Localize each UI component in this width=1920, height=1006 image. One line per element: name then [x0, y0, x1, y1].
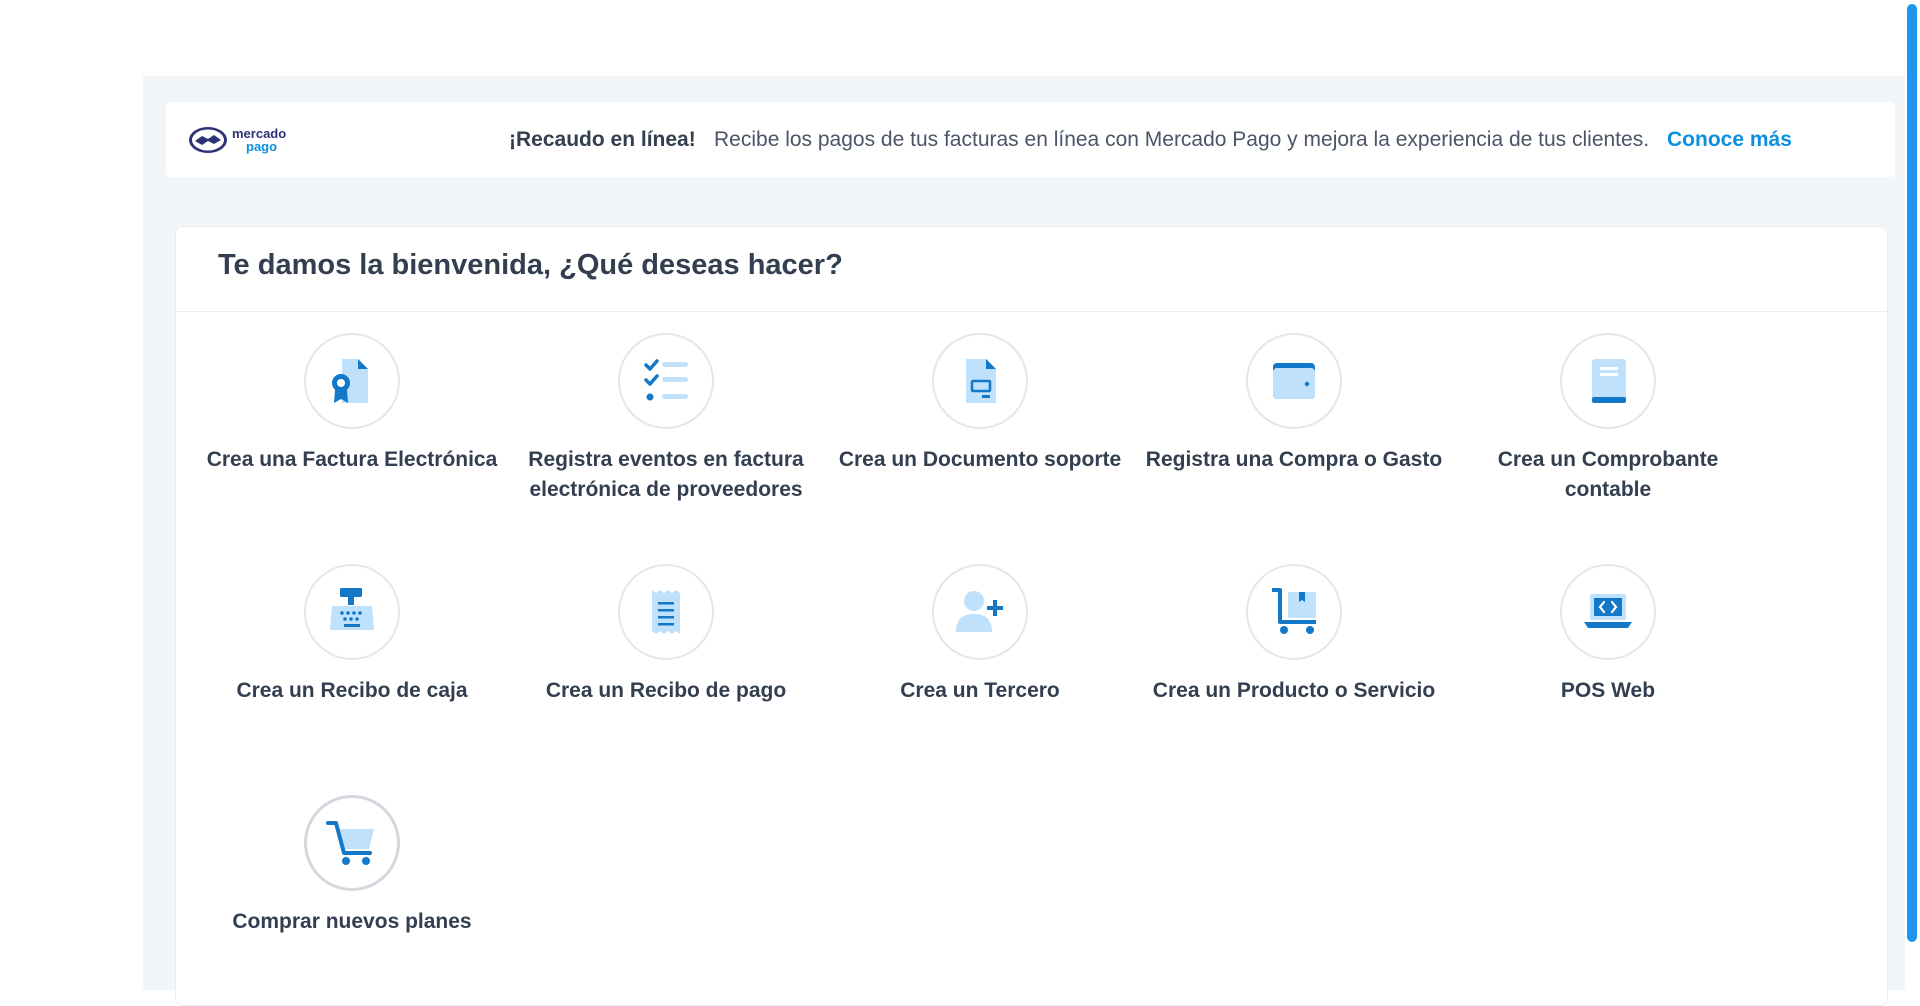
- action-pos-web[interactable]: POS Web: [1458, 564, 1758, 706]
- add-user-icon: [956, 591, 1003, 632]
- action-create-cash-receipt[interactable]: Crea un Recibo de caja: [202, 564, 502, 706]
- action-label: Crea un Producto o Servicio: [1152, 679, 1436, 702]
- laptop-code-icon: [1584, 594, 1632, 628]
- action-buy-new-plans[interactable]: Comprar nuevos planes: [202, 795, 502, 937]
- mercado-pago-banner: mercado pago ¡Recaudo en línea! Recibe l…: [166, 102, 1895, 177]
- action-create-product-service[interactable]: Crea un Producto o Servicio: [1144, 564, 1444, 706]
- action-create-accounting-voucher[interactable]: Crea un Comprobante contable: [1458, 333, 1758, 505]
- action-circle: [618, 333, 714, 429]
- banner-description: Recibe los pagos de tus facturas en líne…: [714, 128, 1650, 151]
- action-circle: [1246, 564, 1342, 660]
- svg-text:pago: pago: [246, 139, 277, 154]
- action-circle: [304, 564, 400, 660]
- action-label: Crea un Recibo de pago: [545, 679, 787, 702]
- action-label: POS Web: [1560, 679, 1656, 702]
- banner-title: ¡Recaudo en línea!: [509, 128, 696, 151]
- action-label: Comprar nuevos planes: [232, 910, 472, 933]
- action-circle: [618, 564, 714, 660]
- action-label: Crea una Factura Electrónica: [206, 448, 498, 471]
- welcome-title: Te damos la bienvenida, ¿Qué deseas hace…: [218, 249, 843, 281]
- action-circle: [304, 333, 400, 429]
- scrollbar-thumb[interactable]: [1907, 4, 1917, 942]
- action-circle: [1560, 333, 1656, 429]
- action-register-supplier-events[interactable]: Registra eventos en factura electrónica …: [516, 333, 816, 505]
- support-document-icon: [966, 359, 996, 403]
- action-circle: [1560, 564, 1656, 660]
- action-circle: [932, 333, 1028, 429]
- action-create-electronic-invoice[interactable]: Crea una Factura Electrónica: [202, 333, 502, 475]
- wallet-icon: [1273, 363, 1315, 399]
- action-create-payment-receipt[interactable]: Crea un Recibo de pago: [516, 564, 816, 706]
- action-circle: [304, 795, 400, 891]
- welcome-card: Te damos la bienvenida, ¿Qué deseas hace…: [175, 226, 1888, 1006]
- action-label: Crea un Documento soporte: [838, 448, 1122, 471]
- receipt-icon: [652, 590, 680, 634]
- action-create-support-document[interactable]: Crea un Documento soporte: [830, 333, 1130, 475]
- action-circle: [1246, 333, 1342, 429]
- action-create-third-party[interactable]: Crea un Tercero: [830, 564, 1130, 706]
- ledger-book-icon: [1592, 359, 1626, 403]
- action-label: Crea un Comprobante contable: [1497, 448, 1719, 501]
- mercado-pago-logo: mercado pago: [189, 126, 286, 154]
- action-label: Crea un Tercero: [900, 679, 1060, 702]
- cash-register-icon: [330, 588, 374, 630]
- conoce-mas-link[interactable]: Conoce más: [1667, 102, 1792, 177]
- electronic-invoice-icon: [332, 359, 368, 403]
- checklist-icon: [644, 359, 688, 401]
- action-label: Registra una Compra o Gasto: [1145, 448, 1443, 471]
- action-register-purchase-expense[interactable]: Registra una Compra o Gasto: [1144, 333, 1444, 475]
- shopping-cart-icon: [326, 821, 374, 865]
- action-circle: [932, 564, 1028, 660]
- action-label: Crea un Recibo de caja: [236, 679, 468, 702]
- action-label: Registra eventos en factura electrónica …: [528, 448, 804, 501]
- product-cart-icon: [1272, 588, 1316, 634]
- divider: [176, 311, 1887, 312]
